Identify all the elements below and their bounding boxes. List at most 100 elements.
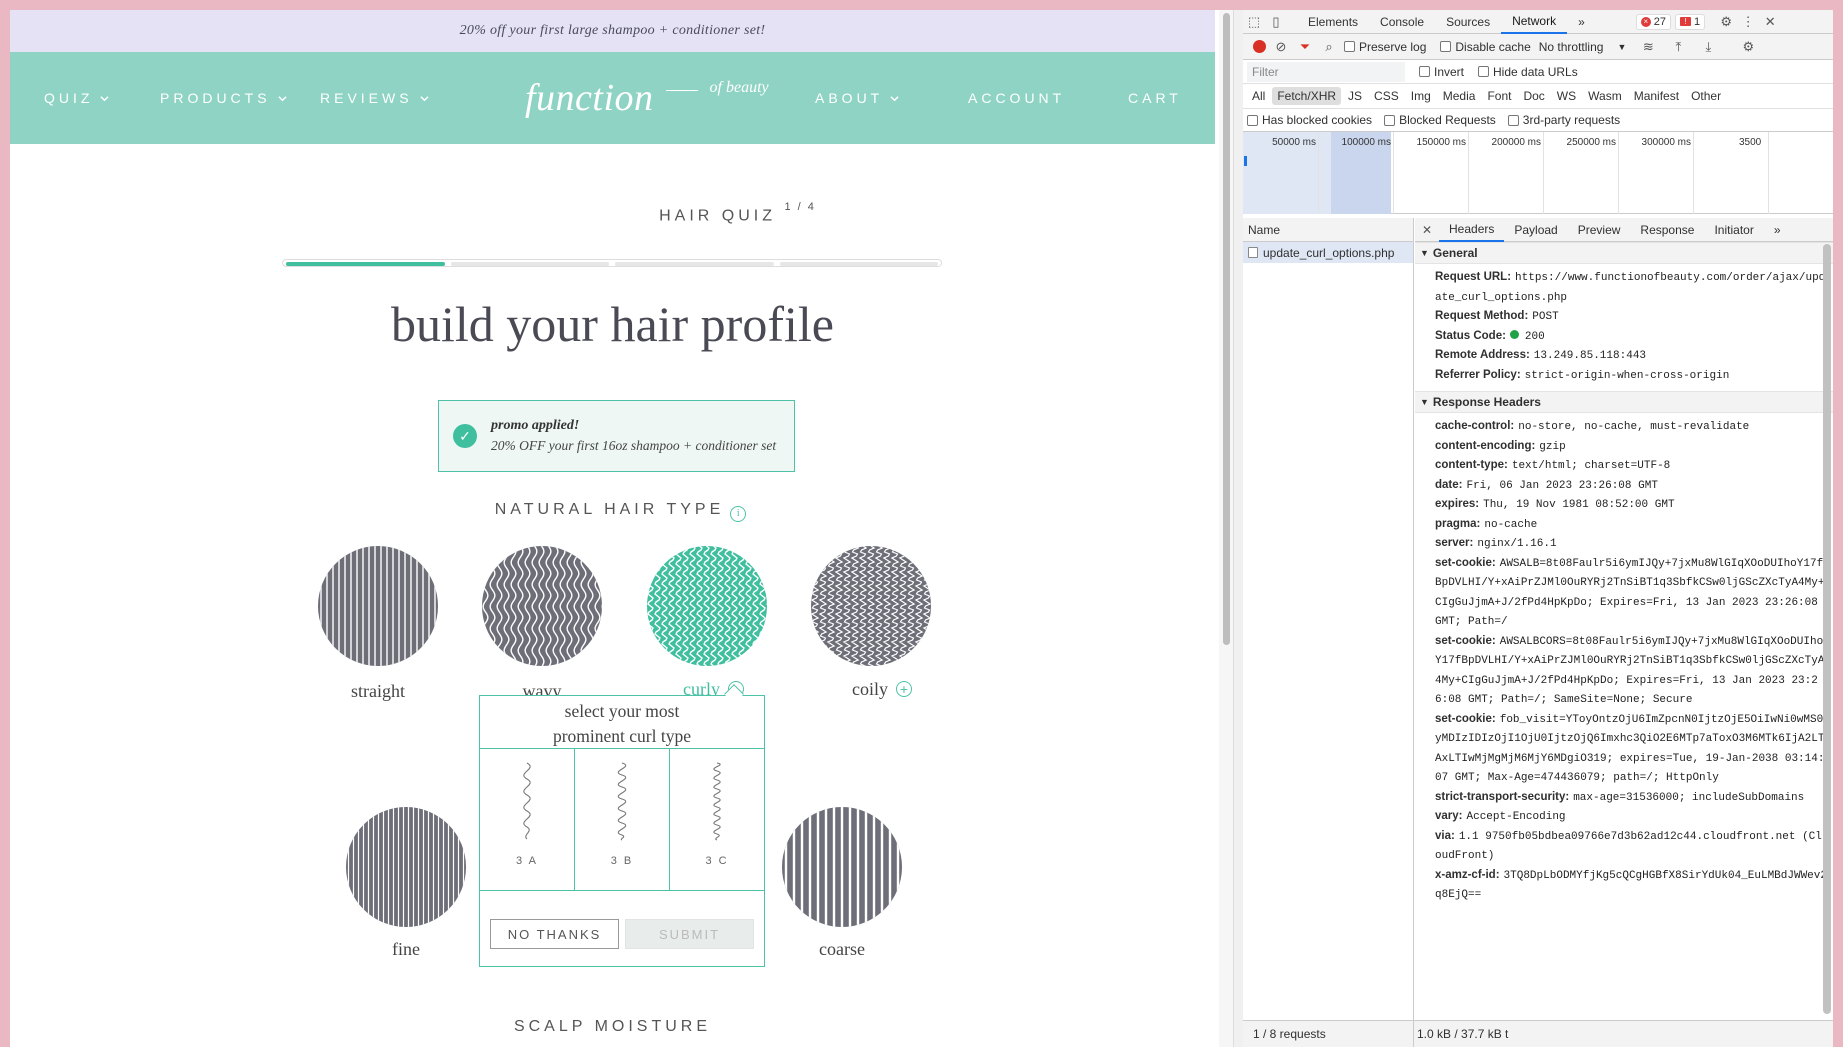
type-filter[interactable]: CSS bbox=[1369, 87, 1404, 105]
curl-option-3a[interactable]: 3 A bbox=[480, 749, 575, 890]
tab-network[interactable]: Network bbox=[1501, 10, 1568, 34]
curl-popup-title-line1: select your most bbox=[564, 701, 680, 721]
export-har-icon[interactable]: ⤓ bbox=[1696, 35, 1720, 59]
type-filter[interactable]: All bbox=[1247, 87, 1270, 105]
response-headers-title: Response Headers bbox=[1432, 395, 1541, 409]
devtools-splitter[interactable] bbox=[1233, 10, 1243, 1047]
promo-banner[interactable]: 20% off your first large shampoo + condi… bbox=[10, 10, 1215, 52]
status-ok-icon bbox=[1509, 329, 1519, 339]
hair-type-coily[interactable] bbox=[811, 546, 931, 666]
quiz-progress bbox=[282, 259, 942, 267]
blocked-requests-checkbox[interactable]: Blocked Requests bbox=[1384, 113, 1496, 127]
nav-quiz[interactable]: QUIZ bbox=[44, 52, 110, 144]
request-row[interactable]: update_curl_options.php bbox=[1243, 242, 1413, 263]
curl-option-3b[interactable]: 3 B bbox=[575, 749, 670, 890]
hair-type-wavy[interactable] bbox=[482, 546, 602, 666]
details-scrollbar[interactable] bbox=[1823, 244, 1831, 1014]
throttling-select[interactable]: No throttling ▼ bbox=[1539, 40, 1627, 54]
clear-icon[interactable]: ⊘ bbox=[1272, 35, 1290, 59]
curl-popup-title-line2: prominent curl type bbox=[552, 726, 692, 746]
invert-checkbox[interactable]: Invert bbox=[1419, 65, 1464, 79]
type-filter[interactable]: Fetch/XHR bbox=[1272, 87, 1342, 105]
filter-placeholder: Filter bbox=[1252, 64, 1279, 79]
nav-account[interactable]: ACCOUNT bbox=[968, 52, 1065, 144]
third-party-requests-checkbox[interactable]: 3rd-party requests bbox=[1507, 113, 1621, 127]
close-icon[interactable]: ✕ bbox=[1759, 10, 1781, 34]
info-icon[interactable]: i bbox=[730, 505, 747, 522]
nav-reviews[interactable]: REVIEWS bbox=[320, 52, 429, 144]
hair-type-straight[interactable] bbox=[318, 546, 438, 666]
tab-headers[interactable]: Headers bbox=[1439, 218, 1505, 242]
progress-segment bbox=[615, 262, 774, 266]
hide-data-urls-checkbox[interactable]: Hide data URLs bbox=[1478, 65, 1578, 79]
gear-icon[interactable]: ⚙ bbox=[1715, 10, 1737, 34]
has-blocked-cookies-checkbox[interactable]: Has blocked cookies bbox=[1247, 113, 1372, 127]
more-options-icon[interactable]: ⋮ bbox=[1737, 10, 1759, 34]
tab-response[interactable]: Response bbox=[1630, 218, 1704, 242]
type-filter[interactable]: Doc bbox=[1518, 87, 1549, 105]
more-tabs-button[interactable]: » bbox=[1567, 10, 1596, 34]
type-filter[interactable]: Other bbox=[1686, 87, 1726, 105]
tab-elements[interactable]: Elements bbox=[1297, 10, 1369, 34]
device-toolbar-icon[interactable]: ▯ bbox=[1265, 10, 1287, 34]
tab-console[interactable]: Console bbox=[1369, 10, 1435, 34]
hide-data-urls-label: Hide data URLs bbox=[1493, 64, 1578, 79]
response-headers-section-header[interactable]: ▼ Response Headers bbox=[1415, 391, 1833, 413]
search-icon[interactable]: ⌕ bbox=[1320, 35, 1338, 59]
type-filter[interactable]: JS bbox=[1343, 87, 1367, 105]
header-row: via: 1.1 9750fb05bdbea09766e7d3b62ad12c44… bbox=[1415, 827, 1833, 866]
type-filter[interactable]: Img bbox=[1406, 87, 1436, 105]
scrollbar-thumb[interactable] bbox=[1223, 13, 1230, 645]
name-column-header[interactable]: Name bbox=[1243, 218, 1413, 242]
chevron-down-icon bbox=[277, 95, 287, 101]
tab-payload[interactable]: Payload bbox=[1504, 218, 1567, 242]
timeline-tick: 300000 ms bbox=[1642, 132, 1694, 214]
nav-cart[interactable]: CART bbox=[1128, 52, 1182, 144]
type-filter[interactable]: Wasm bbox=[1583, 87, 1627, 105]
scalp-moisture-heading: SCALP MOISTURE bbox=[513, 1018, 712, 1035]
close-icon[interactable]: ✕ bbox=[1415, 223, 1439, 237]
header-value: Fri, 06 Jan 2023 23:26:08 GMT bbox=[1466, 479, 1658, 492]
plus-icon[interactable]: + bbox=[896, 681, 912, 697]
general-section-header[interactable]: ▼ General bbox=[1415, 242, 1833, 264]
submit-button[interactable]: SUBMIT bbox=[625, 919, 754, 949]
header-key: set-cookie: bbox=[1435, 712, 1496, 725]
issues-badge[interactable]: ! 1 bbox=[1675, 13, 1706, 30]
more-tabs-button[interactable]: » bbox=[1764, 218, 1791, 242]
network-settings-icon[interactable]: ⚙ bbox=[1736, 35, 1760, 59]
no-thanks-button[interactable]: NO THANKS bbox=[490, 919, 619, 949]
import-har-icon[interactable]: ⤒ bbox=[1666, 35, 1690, 59]
record-icon[interactable] bbox=[1253, 40, 1266, 53]
tab-sources[interactable]: Sources bbox=[1435, 10, 1501, 34]
curl-popup-title: select your most prominent curl type bbox=[480, 696, 764, 749]
disable-cache-checkbox[interactable]: Disable cache bbox=[1440, 40, 1531, 54]
filter-icon[interactable]: ⏷ bbox=[1296, 35, 1314, 59]
filter-input[interactable]: Filter bbox=[1247, 61, 1405, 82]
inspect-element-icon[interactable]: ⬚ bbox=[1243, 10, 1265, 34]
network-timeline-overview[interactable]: 50000 ms 100000 ms 150000 ms 200000 ms 25000… bbox=[1243, 132, 1833, 214]
errors-badge[interactable]: × 27 bbox=[1635, 13, 1672, 30]
preserve-log-checkbox[interactable]: Preserve log bbox=[1344, 40, 1426, 54]
coily-label-text: coily bbox=[852, 679, 888, 699]
curl-option-3c[interactable]: 3 C bbox=[670, 749, 764, 890]
network-conditions-icon[interactable]: ≋ bbox=[1636, 35, 1660, 59]
header-row: vary: Accept-Encoding bbox=[1415, 807, 1833, 827]
third-party-requests-label: 3rd-party requests bbox=[1522, 113, 1621, 127]
texture-fine[interactable] bbox=[346, 807, 466, 927]
timeline-tick: 100000 ms bbox=[1342, 132, 1394, 214]
type-filter[interactable]: Media bbox=[1438, 87, 1481, 105]
tab-preview[interactable]: Preview bbox=[1568, 218, 1631, 242]
hair-type-curly[interactable] bbox=[647, 546, 767, 666]
site-logo[interactable]: function of beauty bbox=[525, 70, 769, 126]
type-filter[interactable]: WS bbox=[1552, 87, 1581, 105]
fine-pattern-icon bbox=[346, 807, 466, 927]
header-key: set-cookie: bbox=[1435, 634, 1496, 647]
nav-products[interactable]: PRODUCTS bbox=[160, 52, 287, 144]
texture-coarse[interactable] bbox=[782, 807, 902, 927]
type-filter[interactable]: Manifest bbox=[1629, 87, 1684, 105]
type-filter[interactable]: Font bbox=[1482, 87, 1516, 105]
curl-3b-label: 3 B bbox=[610, 855, 634, 867]
nav-about[interactable]: ABOUT bbox=[815, 52, 899, 144]
tab-initiator[interactable]: Initiator bbox=[1704, 218, 1763, 242]
page-scrollbar[interactable] bbox=[1219, 10, 1233, 1047]
